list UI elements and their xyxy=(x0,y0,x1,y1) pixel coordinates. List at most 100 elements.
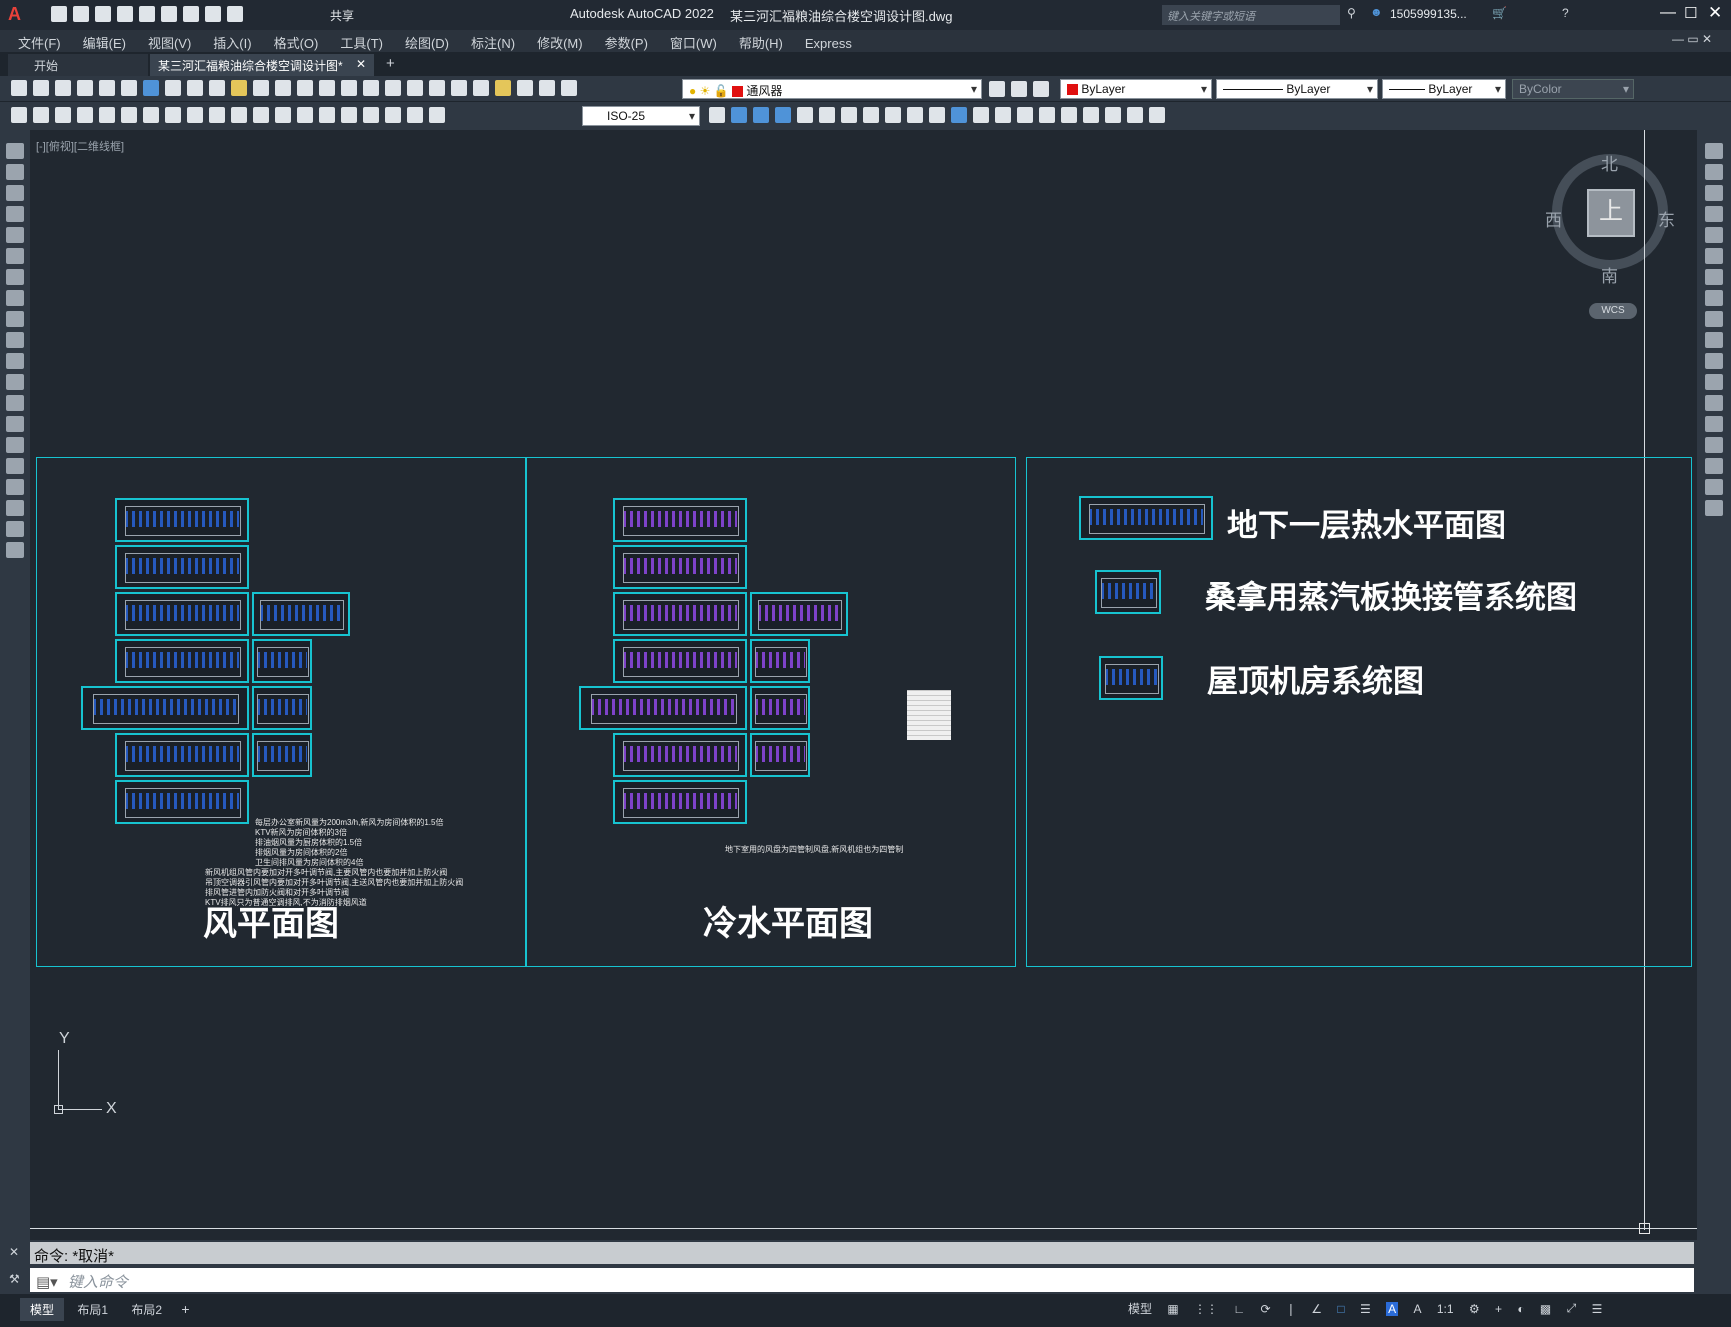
hatch-icon[interactable] xyxy=(6,437,24,453)
command-recent-icon[interactable]: ▤▾ xyxy=(36,1274,58,1291)
floor-plan-thumb[interactable] xyxy=(115,639,249,683)
markup-icon[interactable] xyxy=(495,80,511,96)
ordinate-icon[interactable] xyxy=(77,107,93,123)
floor-plan-thumb[interactable] xyxy=(750,639,810,683)
trim-icon[interactable] xyxy=(1705,332,1723,348)
undo-icon[interactable] xyxy=(205,6,221,22)
compass-south[interactable]: 南 xyxy=(1601,262,1618,287)
zoom-previous-icon[interactable] xyxy=(385,80,401,96)
circle-icon[interactable] xyxy=(6,269,24,285)
search-input[interactable]: 键入关键字或短语 xyxy=(1162,5,1340,25)
construction-line-icon[interactable] xyxy=(6,164,24,180)
copy-icon[interactable] xyxy=(1705,164,1723,180)
sauna-system-thumb[interactable] xyxy=(1095,570,1161,614)
hot-water-plan-thumb[interactable] xyxy=(1079,496,1213,540)
layer-properties-icon[interactable] xyxy=(561,80,577,96)
plus-icon[interactable]: + xyxy=(1495,1302,1502,1316)
floor-plan-thumb[interactable] xyxy=(613,498,747,542)
properties-icon[interactable] xyxy=(407,80,423,96)
arc-icon[interactable] xyxy=(6,248,24,264)
plot-icon[interactable] xyxy=(77,80,93,96)
menu-item[interactable]: 工具(T) xyxy=(340,33,383,52)
design-center-icon[interactable] xyxy=(429,80,445,96)
publish-icon[interactable] xyxy=(121,80,137,96)
block-editor-icon[interactable] xyxy=(253,80,269,96)
dim-edit-icon[interactable] xyxy=(385,107,401,123)
jogged-linear-icon[interactable] xyxy=(363,107,379,123)
copy-obj-icon[interactable] xyxy=(731,107,747,123)
search-icon[interactable]: ⚲ xyxy=(1347,6,1356,20)
floor-plan-thumb[interactable] xyxy=(613,780,747,824)
preview-icon[interactable] xyxy=(99,80,115,96)
add-layout-icon[interactable]: + xyxy=(181,1301,189,1317)
move-icon[interactable] xyxy=(819,107,835,123)
new-icon[interactable] xyxy=(51,6,67,22)
group-icon[interactable] xyxy=(1083,107,1099,123)
layer-previous-icon[interactable] xyxy=(1011,81,1027,97)
jogged-icon[interactable] xyxy=(121,107,137,123)
floor-plan-thumb[interactable] xyxy=(115,545,249,589)
viewport-controls[interactable]: [-][俯视][二维线框] xyxy=(36,138,124,154)
floor-plan-thumb[interactable] xyxy=(115,733,249,777)
qnew-icon[interactable] xyxy=(11,80,27,96)
dimstyle-icon[interactable] xyxy=(709,107,725,123)
join-icon[interactable] xyxy=(1705,416,1723,432)
save-web-icon[interactable] xyxy=(161,6,177,22)
floor-plan-thumb[interactable] xyxy=(750,686,810,730)
floor-plan-thumb[interactable] xyxy=(750,592,848,636)
user-name[interactable]: 1505999135... xyxy=(1390,7,1467,21)
scale-icon[interactable] xyxy=(1705,290,1723,306)
tab-layout2[interactable]: 布局2 xyxy=(121,1298,172,1321)
help-icon[interactable] xyxy=(539,80,555,96)
copy-icon[interactable] xyxy=(187,80,203,96)
zoom-realtime-icon[interactable] xyxy=(341,80,357,96)
open-web-icon[interactable] xyxy=(139,6,155,22)
save-icon[interactable] xyxy=(55,80,71,96)
rectangle-icon[interactable] xyxy=(6,227,24,243)
isolate-icon[interactable]: ◐ xyxy=(1517,1302,1524,1316)
floor-plan-thumb[interactable] xyxy=(252,639,312,683)
autocad-logo[interactable]: A xyxy=(8,4,21,25)
polygon-icon[interactable] xyxy=(6,206,24,222)
equipment-table[interactable] xyxy=(907,690,951,740)
erase-icon[interactable] xyxy=(1061,107,1077,123)
print-icon[interactable] xyxy=(183,6,199,22)
floor-plan-thumb[interactable] xyxy=(252,686,312,730)
angular-icon[interactable] xyxy=(165,107,181,123)
menu-item[interactable]: 绘图(D) xyxy=(405,33,449,52)
stretch-icon[interactable] xyxy=(885,107,901,123)
annotation-scale[interactable]: 1:1 xyxy=(1437,1302,1454,1316)
menu-item[interactable]: 窗口(W) xyxy=(670,33,717,52)
grid-icon[interactable]: ▦ xyxy=(1167,1302,1178,1316)
user-icon[interactable]: ☻ xyxy=(1370,5,1383,19)
floor-plan-thumb[interactable] xyxy=(613,545,747,589)
lineweight-dropdown[interactable]: ByLayer ▾ xyxy=(1382,79,1506,99)
baseline-icon[interactable] xyxy=(209,107,225,123)
osnap-icon[interactable]: □ xyxy=(1337,1302,1344,1316)
ellipse-arc-icon[interactable] xyxy=(6,353,24,369)
compass-north[interactable]: 北 xyxy=(1601,150,1618,175)
customize-status-icon[interactable]: ☰ xyxy=(1592,1302,1603,1316)
3d-print-icon[interactable] xyxy=(143,80,159,96)
save-icon[interactable] xyxy=(95,6,111,22)
redo-icon[interactable] xyxy=(297,80,313,96)
mirror-icon[interactable] xyxy=(1705,185,1723,201)
save-as-icon[interactable] xyxy=(117,6,133,22)
roof-machine-room-thumb[interactable] xyxy=(1099,656,1163,700)
dim-update-icon[interactable] xyxy=(429,107,445,123)
arc-length-icon[interactable] xyxy=(55,107,71,123)
tab-drawing[interactable]: 某三河汇福粮油综合楼空调设计图* ✕ xyxy=(150,54,374,76)
explode-icon[interactable] xyxy=(1705,500,1723,516)
array-icon[interactable] xyxy=(1705,227,1723,243)
menu-item[interactable]: 文件(F) xyxy=(18,33,61,52)
floor-plan-thumb[interactable] xyxy=(579,686,747,730)
floor-plan-thumb[interactable] xyxy=(750,733,810,777)
break-icon[interactable] xyxy=(1705,395,1723,411)
offset-icon[interactable] xyxy=(1705,206,1723,222)
command-input[interactable]: ▤▾ 键入命令 xyxy=(30,1268,1694,1292)
share-button[interactable]: 共享 xyxy=(330,7,354,24)
customize-icon[interactable]: ⚒ xyxy=(9,1272,20,1286)
quickcalc-icon[interactable] xyxy=(517,80,533,96)
gradient-icon[interactable] xyxy=(6,458,24,474)
spline-icon[interactable] xyxy=(6,311,24,327)
